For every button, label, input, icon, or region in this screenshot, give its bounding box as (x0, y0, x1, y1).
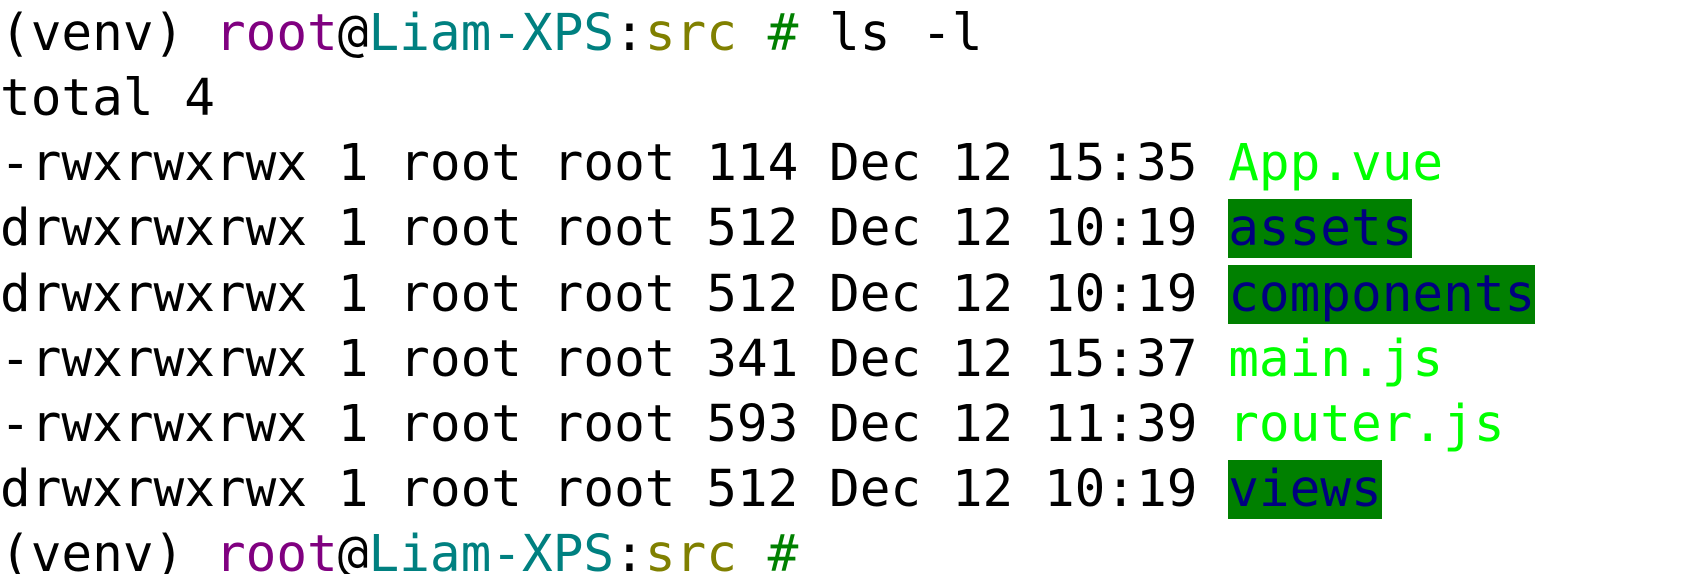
prompt-user: root (214, 525, 338, 574)
total-line: total 4 (0, 69, 215, 128)
listing-row: drwxrwxrwx 1 root root 512 Dec 12 10:19 … (0, 262, 1536, 327)
prompt-user: root (214, 4, 338, 63)
next-prompt-line[interactable]: (venv) root@Liam-XPS:src # (0, 522, 798, 574)
terminal-window[interactable]: (venv) root@Liam-XPS:src # ls -l total 4… (0, 0, 1684, 574)
prompt-at-sign: @ (337, 525, 369, 574)
venv-indicator: (venv) (0, 4, 215, 63)
prompt-at-sign: @ (337, 4, 369, 63)
file-metadata: drwxrwxrwx 1 root root 512 Dec 12 10:19 (0, 265, 1229, 324)
directory-name: assets (1228, 199, 1413, 258)
prompt-symbol: # (736, 4, 799, 63)
executable-file-name: App.vue (1228, 134, 1444, 193)
prompt-host: Liam-XPS (368, 525, 615, 574)
prompt-host: Liam-XPS (368, 4, 615, 63)
executable-file-name: main.js (1228, 330, 1444, 389)
file-metadata: -rwxrwxrwx 1 root root 593 Dec 12 11:39 (0, 395, 1229, 454)
directory-name: views (1228, 460, 1382, 519)
file-metadata: drwxrwxrwx 1 root root 512 Dec 12 10:19 (0, 199, 1229, 258)
listing-row: drwxrwxrwx 1 root root 512 Dec 12 10:19 … (0, 457, 1382, 522)
listing-row: -rwxrwxrwx 1 root root 593 Dec 12 11:39 … (0, 392, 1505, 457)
prompt-path: src (644, 4, 737, 63)
venv-indicator: (venv) (0, 525, 215, 574)
file-metadata: -rwxrwxrwx 1 root root 341 Dec 12 15:37 (0, 330, 1229, 389)
prompt-line: (venv) root@Liam-XPS:src # ls -l (0, 1, 983, 66)
listing-row: drwxrwxrwx 1 root root 512 Dec 12 10:19 … (0, 196, 1413, 261)
directory-name: components (1228, 265, 1536, 324)
prompt-colon: : (614, 525, 645, 574)
command-text: ls -l (798, 4, 983, 63)
file-metadata: -rwxrwxrwx 1 root root 114 Dec 12 15:35 (0, 134, 1229, 193)
executable-file-name: router.js (1228, 395, 1505, 454)
file-metadata: drwxrwxrwx 1 root root 512 Dec 12 10:19 (0, 460, 1229, 519)
prompt-symbol: # (736, 525, 799, 574)
prompt-colon: : (614, 4, 645, 63)
prompt-path: src (644, 525, 737, 574)
listing-row: -rwxrwxrwx 1 root root 114 Dec 12 15:35 … (0, 131, 1443, 196)
listing-row: -rwxrwxrwx 1 root root 341 Dec 12 15:37 … (0, 327, 1443, 392)
